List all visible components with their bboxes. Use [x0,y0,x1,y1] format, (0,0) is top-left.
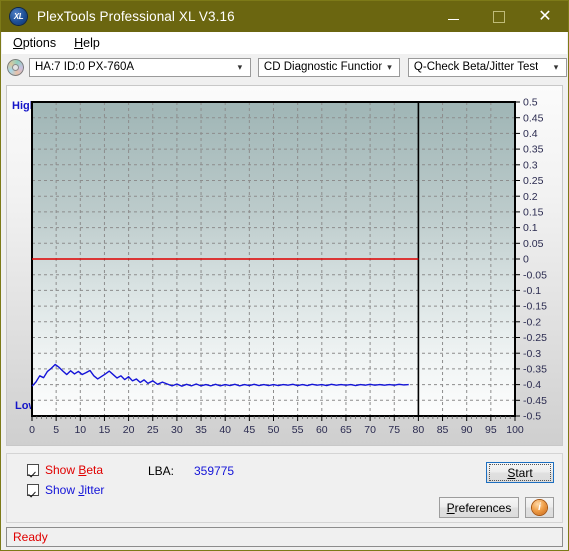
svg-text:0.5: 0.5 [523,97,538,109]
start-button-accel: S [507,465,516,480]
beta-jitter-plot: 0.5 0.45 0.4 0.35 0.3 0.25 0.2 0.15 0.1 0.05 0 -0.0… [29,97,547,436]
show-beta-row[interactable]: Show Beta [27,463,103,477]
function-select-value: CD Diagnostic Functions [263,61,382,73]
svg-text:0.15: 0.15 [523,207,544,219]
svg-text:85: 85 [437,424,449,436]
show-beta-label-pre: Show [45,463,79,477]
chart-panel: High Low 0.5 0.45 0.4 0.35 0.3 0.25 0.2 0.15 0.1… [6,85,563,446]
test-select-value: Q-Check Beta/Jitter Test [413,61,539,73]
plot-area: High Low 0.5 0.45 0.4 0.35 0.3 0.25 0.2 0.15 0.1… [7,86,564,447]
svg-text:45: 45 [244,424,256,436]
preferences-button-label: references [454,500,512,515]
start-button-label: tart [515,465,533,480]
minimize-button[interactable] [430,1,476,32]
function-select[interactable]: CD Diagnostic Functions ▾ [257,57,400,77]
start-button-focus-ring: Start [489,464,551,481]
svg-text:100: 100 [506,424,524,436]
show-beta-label: Show Beta [45,463,103,477]
show-beta-label-post: eta [86,463,104,477]
svg-text:0.05: 0.05 [523,238,544,250]
show-jitter-row[interactable]: Show Jitter [27,483,104,497]
preferences-button-accel: P [446,500,455,515]
close-button[interactable]: ✕ [522,1,568,32]
svg-text:30: 30 [171,424,183,436]
svg-text:-0.25: -0.25 [523,332,547,344]
chevron-down-icon: ▾ [553,61,559,72]
svg-text:-0.4: -0.4 [523,379,541,391]
svg-text:-0.45: -0.45 [523,395,547,407]
svg-text:65: 65 [340,424,352,436]
svg-text:0.3: 0.3 [523,159,538,171]
svg-text:20: 20 [123,424,135,436]
maximize-button[interactable] [476,1,522,32]
show-jitter-label-post: itter [84,483,105,497]
title-bar: XL PlexTools Professional XL V3.16 ✕ [1,1,568,32]
svg-text:55: 55 [292,424,304,436]
close-icon: ✕ [538,7,552,25]
menu-bar: Options Help [2,32,567,54]
svg-text:0.25: 0.25 [523,175,544,187]
preferences-button[interactable]: Preferences [439,497,519,518]
chevron-down-icon: ▾ [387,61,392,72]
toolbar: HA:7 ID:0 PX-760A ▾ CD Diagnostic Functi… [2,54,567,80]
svg-text:75: 75 [388,424,400,436]
svg-text:0: 0 [523,254,529,266]
window-buttons: ✕ [430,1,568,32]
svg-text:0: 0 [29,424,35,436]
svg-text:-0.35: -0.35 [523,364,547,376]
svg-text:70: 70 [364,424,376,436]
start-button[interactable]: Start [486,462,554,483]
menu-item-help[interactable]: Help [67,34,107,52]
info-button[interactable]: i [525,497,554,518]
drive-select-value: HA:7 ID:0 PX-760A [35,61,135,73]
svg-text:-0.1: -0.1 [523,285,541,297]
svg-text:0.4: 0.4 [523,128,538,140]
svg-text:-0.3: -0.3 [523,348,541,360]
svg-text:-0.2: -0.2 [523,316,541,328]
control-panel: Show Beta Show Jitter LBA: 359775 Start … [6,453,563,523]
application-window: XL PlexTools Professional XL V3.16 ✕ Opt… [0,0,569,551]
svg-text:-0.15: -0.15 [523,301,547,313]
svg-text:5: 5 [53,424,59,436]
show-jitter-checkbox[interactable] [27,484,39,496]
svg-text:0.1: 0.1 [523,222,538,234]
menu-options-rest: ptions [22,36,57,50]
svg-text:90: 90 [461,424,473,436]
status-bar: Ready [6,527,563,547]
svg-text:0.45: 0.45 [523,112,544,124]
cd-disc-icon [7,58,24,76]
info-icon: i [532,500,547,515]
lba-key-label: LBA: [148,464,175,478]
svg-text:-0.05: -0.05 [523,269,547,281]
svg-text:50: 50 [268,424,280,436]
lba-value: 359775 [194,464,235,478]
menu-help-rest: elp [83,36,100,50]
show-beta-checkbox[interactable] [27,464,39,476]
window-title: PlexTools Professional XL V3.16 [37,9,235,24]
show-jitter-label: Show Jitter [45,483,104,497]
drive-select[interactable]: HA:7 ID:0 PX-760A ▾ [29,57,251,77]
test-select[interactable]: Q-Check Beta/Jitter Test ▾ [407,57,567,77]
xl-app-icon: XL [10,8,27,25]
svg-text:10: 10 [74,424,86,436]
chevron-down-icon: ▾ [237,61,243,72]
svg-text:40: 40 [219,424,231,436]
svg-text:80: 80 [413,424,425,436]
svg-text:15: 15 [99,424,111,436]
svg-text:25: 25 [147,424,159,436]
svg-text:0.2: 0.2 [523,191,538,203]
svg-text:35: 35 [195,424,207,436]
svg-text:-0.5: -0.5 [523,411,541,423]
menu-item-options[interactable]: Options [6,34,63,52]
status-text: Ready [13,530,48,544]
svg-text:60: 60 [316,424,328,436]
show-jitter-label-pre: Show [45,483,79,497]
svg-text:95: 95 [485,424,497,436]
svg-text:0.35: 0.35 [523,144,544,156]
